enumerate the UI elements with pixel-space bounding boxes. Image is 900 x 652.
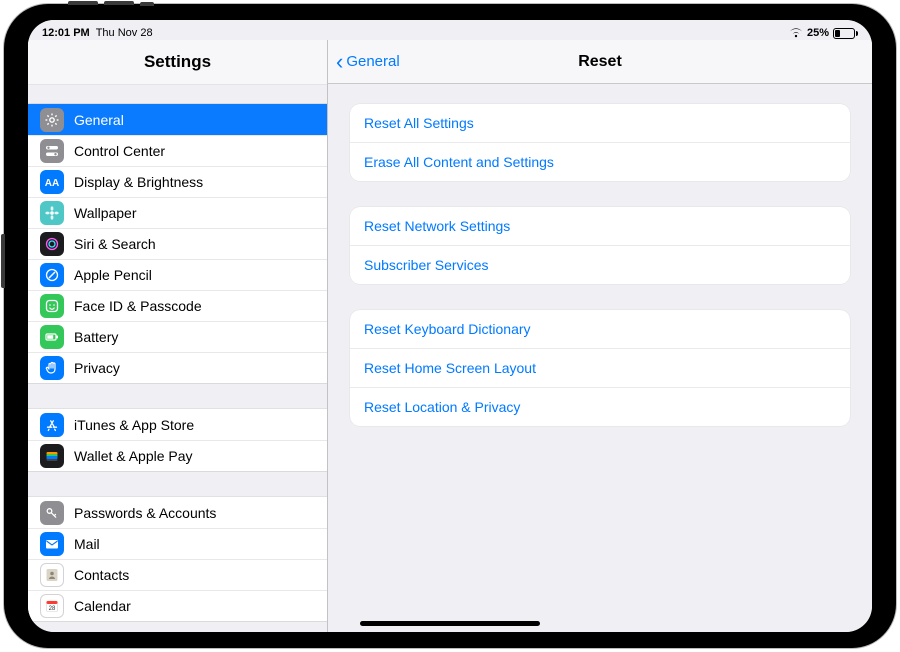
sidebar-item-general[interactable]: General bbox=[28, 104, 327, 135]
sidebar-item-label: Wallpaper bbox=[74, 205, 137, 221]
detail-header: ‹ General Reset bbox=[328, 40, 872, 84]
detail-pane: ‹ General Reset Reset All SettingsErase … bbox=[328, 40, 872, 632]
reset-option-reset-home[interactable]: Reset Home Screen Layout bbox=[350, 348, 850, 387]
sidebar-title: Settings bbox=[28, 40, 327, 85]
sidebar-item-label: Battery bbox=[74, 329, 118, 345]
gear-icon bbox=[40, 108, 64, 132]
sidebar-item-faceid[interactable]: Face ID & Passcode bbox=[28, 290, 327, 321]
calendar-icon: 28 bbox=[40, 594, 64, 618]
sidebar-item-label: Apple Pencil bbox=[74, 267, 152, 283]
pencil-icon bbox=[40, 263, 64, 287]
reset-option-reset-keyboard[interactable]: Reset Keyboard Dictionary bbox=[350, 310, 850, 348]
hw-volume-up bbox=[68, 1, 98, 5]
screen: 12:01 PM Thu Nov 28 25% Settings General… bbox=[28, 20, 872, 632]
sidebar-item-label: Display & Brightness bbox=[74, 174, 203, 190]
sidebar-item-wallpaper[interactable]: Wallpaper bbox=[28, 197, 327, 228]
device-frame: 12:01 PM Thu Nov 28 25% Settings General… bbox=[4, 4, 896, 648]
appstore-icon bbox=[40, 413, 64, 437]
reset-option-erase-all[interactable]: Erase All Content and Settings bbox=[350, 142, 850, 181]
sidebar-item-siri[interactable]: Siri & Search bbox=[28, 228, 327, 259]
detail-title: Reset bbox=[578, 53, 622, 71]
sidebar-item-label: General bbox=[74, 112, 124, 128]
reset-option-reset-all[interactable]: Reset All Settings bbox=[350, 104, 850, 142]
sidebar-item-calendar[interactable]: 28 Calendar bbox=[28, 590, 327, 621]
battery-icon bbox=[40, 325, 64, 349]
status-bar: 12:01 PM Thu Nov 28 25% bbox=[28, 20, 872, 40]
sidebar-item-pencil[interactable]: Apple Pencil bbox=[28, 259, 327, 290]
contacts-icon bbox=[40, 563, 64, 587]
hw-volume-down bbox=[104, 1, 134, 5]
switches-icon bbox=[40, 139, 64, 163]
mail-icon bbox=[40, 532, 64, 556]
aa-icon: AA bbox=[40, 170, 64, 194]
key-icon bbox=[40, 501, 64, 525]
reset-option-reset-location[interactable]: Reset Location & Privacy bbox=[350, 387, 850, 426]
sidebar-item-passwords[interactable]: Passwords & Accounts bbox=[28, 497, 327, 528]
sidebar-item-mail[interactable]: Mail bbox=[28, 528, 327, 559]
hand-icon bbox=[40, 356, 64, 380]
reset-option-reset-network[interactable]: Reset Network Settings bbox=[350, 207, 850, 245]
svg-text:AA: AA bbox=[45, 178, 59, 189]
battery-pct: 25% bbox=[807, 27, 829, 39]
sidebar-item-label: Face ID & Passcode bbox=[74, 298, 202, 314]
battery-icon bbox=[833, 28, 858, 39]
sidebar-item-control-center[interactable]: Control Center bbox=[28, 135, 327, 166]
sidebar-item-itunes[interactable]: iTunes & App Store bbox=[28, 409, 327, 440]
status-time: 12:01 PM bbox=[42, 27, 90, 39]
siri-icon bbox=[40, 232, 64, 256]
status-date: Thu Nov 28 bbox=[96, 27, 153, 39]
sidebar-item-label: Calendar bbox=[74, 598, 131, 614]
face-icon bbox=[40, 294, 64, 318]
back-label: General bbox=[346, 53, 399, 70]
sidebar-item-contacts[interactable]: Contacts bbox=[28, 559, 327, 590]
sidebar-item-label: Wallet & Apple Pay bbox=[74, 448, 193, 464]
sidebar-item-label: Passwords & Accounts bbox=[74, 505, 216, 521]
sidebar-item-battery[interactable]: Battery bbox=[28, 321, 327, 352]
sidebar-item-label: iTunes & App Store bbox=[74, 417, 194, 433]
home-indicator[interactable] bbox=[360, 621, 540, 626]
sidebar-item-privacy[interactable]: Privacy bbox=[28, 352, 327, 383]
back-button[interactable]: ‹ General bbox=[336, 51, 400, 73]
hw-side-button bbox=[1, 234, 5, 288]
sidebar-item-label: Privacy bbox=[74, 360, 120, 376]
sidebar-item-label: Siri & Search bbox=[74, 236, 156, 252]
settings-sidebar: Settings General Control Center AA Display … bbox=[28, 40, 328, 632]
flower-icon bbox=[40, 201, 64, 225]
wifi-icon bbox=[789, 28, 803, 38]
svg-text:28: 28 bbox=[49, 606, 56, 612]
chevron-left-icon: ‹ bbox=[336, 51, 343, 73]
sidebar-item-label: Control Center bbox=[74, 143, 165, 159]
sidebar-item-display[interactable]: AA Display & Brightness bbox=[28, 166, 327, 197]
hw-power bbox=[140, 2, 154, 6]
sidebar-item-label: Mail bbox=[74, 536, 100, 552]
reset-option-subscriber[interactable]: Subscriber Services bbox=[350, 245, 850, 284]
sidebar-item-wallet[interactable]: Wallet & Apple Pay bbox=[28, 440, 327, 471]
wallet-icon bbox=[40, 444, 64, 468]
sidebar-item-label: Contacts bbox=[74, 567, 129, 583]
